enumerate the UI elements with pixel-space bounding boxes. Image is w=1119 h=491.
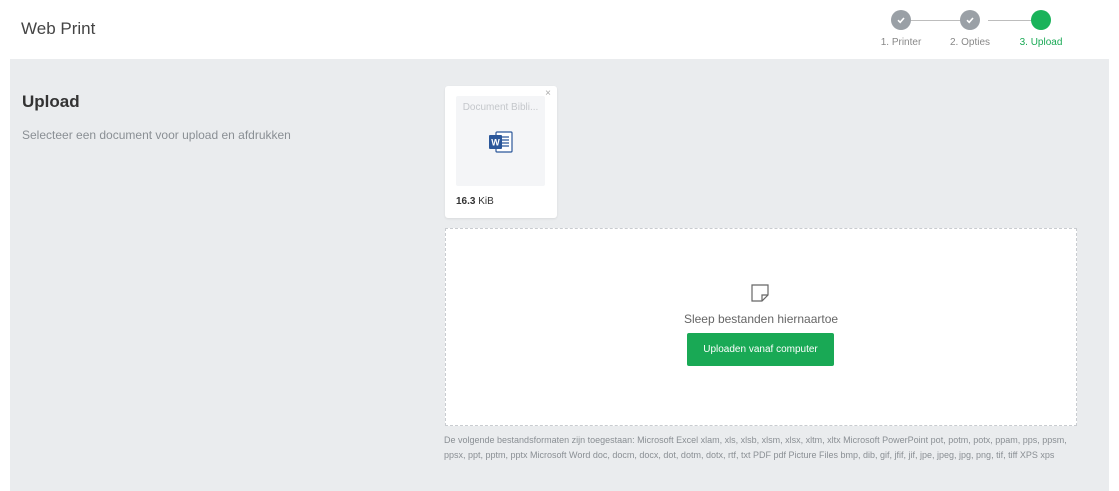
upload-from-computer-button[interactable]: Uploaden vanaf computer: [687, 333, 834, 366]
file-preview: Document Bibli... W: [456, 96, 545, 186]
step-label-opties: 2. Opties: [949, 37, 991, 48]
step-label-upload: 3. Upload: [1019, 37, 1063, 48]
section-title: Upload: [22, 92, 80, 111]
word-document-icon: W: [489, 131, 513, 158]
app-title: Web Print: [21, 19, 96, 38]
step-3-active-icon: [1031, 10, 1051, 30]
step-1-done-icon: [891, 10, 911, 30]
progress-stepper: 1. Printer 2. Opties 3. Upload: [878, 10, 1078, 52]
step-connector: [988, 20, 1033, 21]
drop-zone[interactable]: Sleep bestanden hiernaartoe Uploaden van…: [445, 228, 1077, 426]
file-size-unit: KiB: [478, 196, 494, 207]
remove-file-icon[interactable]: ×: [545, 88, 551, 99]
svg-text:W: W: [491, 138, 500, 148]
file-name: Document Bibli...: [462, 102, 539, 113]
header: Web Print 1. Printer 2. Opties 3. Upload: [0, 0, 1119, 59]
step-2-done-icon: [960, 10, 980, 30]
file-icon: [750, 283, 770, 308]
file-card: × Document Bibli... W 16.3 KiB: [445, 86, 557, 218]
step-label-printer: 1. Printer: [880, 37, 922, 48]
section-description: Selecteer een document voor upload en af…: [22, 128, 291, 142]
main-panel: Upload Selecteer een document voor uploa…: [10, 59, 1109, 491]
drop-zone-text: Sleep bestanden hiernaartoe: [683, 312, 839, 326]
allowed-formats-text: De volgende bestandsformaten zijn toeges…: [444, 435, 1067, 460]
file-size: 16.3 KiB: [456, 196, 494, 207]
file-size-value: 16.3: [456, 196, 476, 207]
